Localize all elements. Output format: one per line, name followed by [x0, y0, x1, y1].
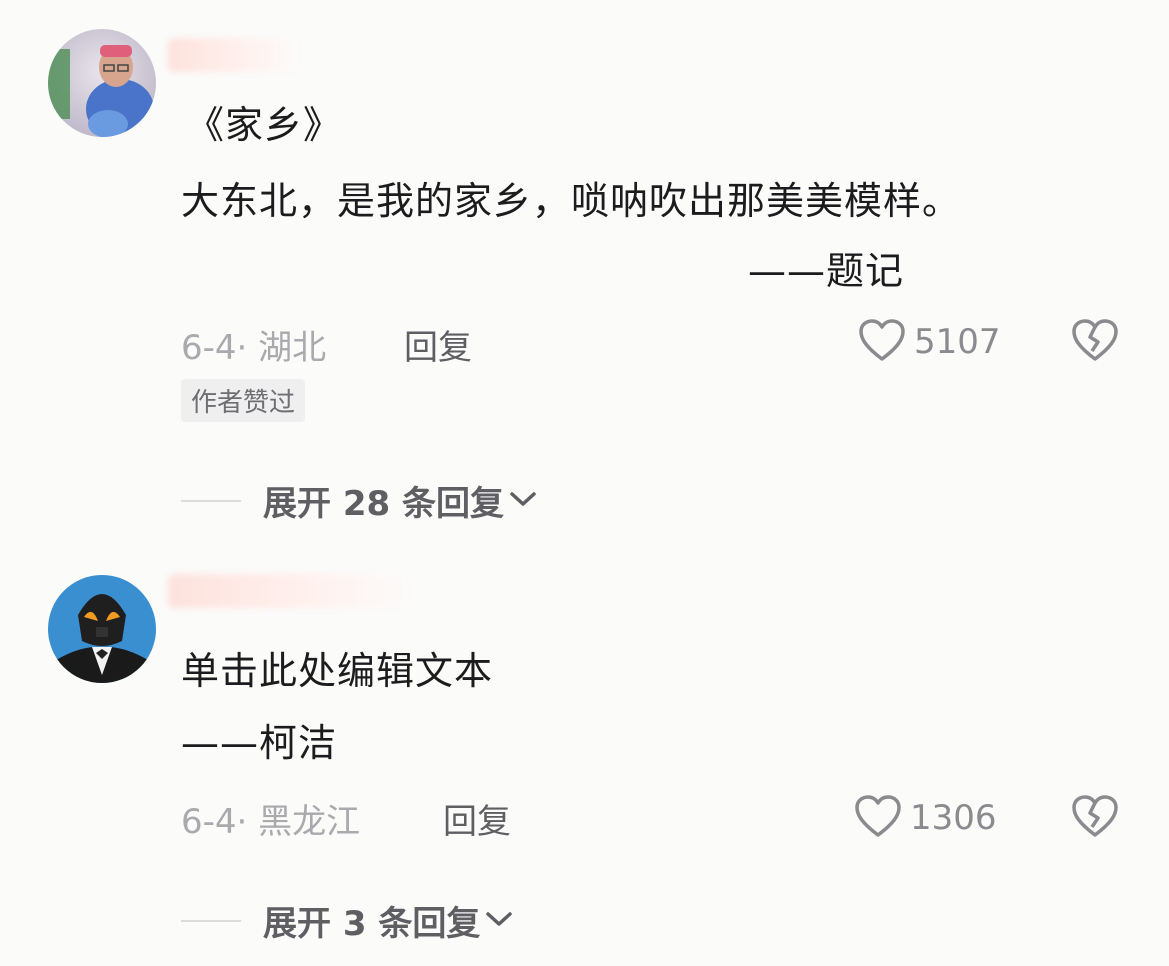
comment-title: 《家乡》 [186, 103, 343, 147]
heart-icon [854, 794, 902, 842]
avatar-user-2[interactable] [48, 575, 156, 683]
broken-heart-icon [1071, 319, 1119, 366]
dislike-button[interactable] [1071, 318, 1119, 366]
author-liked-badge: 作者赞过 [181, 379, 306, 422]
like-button[interactable]: 5107 [858, 318, 1001, 366]
expand-replies-button[interactable]: 展开 3 条回复 [181, 896, 514, 945]
reply-button[interactable]: 回复 [443, 794, 511, 843]
comment-signature: ——柯洁 [181, 721, 338, 765]
like-count: 5107 [914, 322, 1001, 362]
comment-date-location: 6-4· 湖北 [181, 328, 327, 368]
heart-icon [858, 318, 906, 366]
like-button[interactable]: 1306 [854, 794, 997, 842]
avatar-user-1[interactable] [48, 29, 156, 137]
username-blurred[interactable] [168, 38, 298, 72]
divider [181, 499, 241, 502]
comment-signature: ——题记 [748, 249, 905, 293]
comment-text: 大东北，是我的家乡，唢呐吹出那美美模样。 [181, 179, 962, 223]
divider [181, 919, 241, 922]
comment-text: 单击此处编辑文本 [181, 649, 494, 693]
dislike-button[interactable] [1071, 794, 1119, 842]
reply-button[interactable]: 回复 [404, 320, 472, 369]
broken-heart-icon [1071, 795, 1119, 842]
like-count: 1306 [910, 798, 997, 838]
expand-replies-button[interactable]: 展开 28 条回复 [181, 476, 538, 525]
comment-date-location: 6-4· 黑龙江 [181, 802, 361, 842]
chevron-down-icon [508, 489, 538, 513]
username-blurred[interactable] [168, 574, 408, 608]
expand-replies-label: 展开 3 条回复 [263, 904, 481, 944]
chevron-down-icon [484, 909, 514, 933]
expand-replies-label: 展开 28 条回复 [263, 484, 504, 524]
